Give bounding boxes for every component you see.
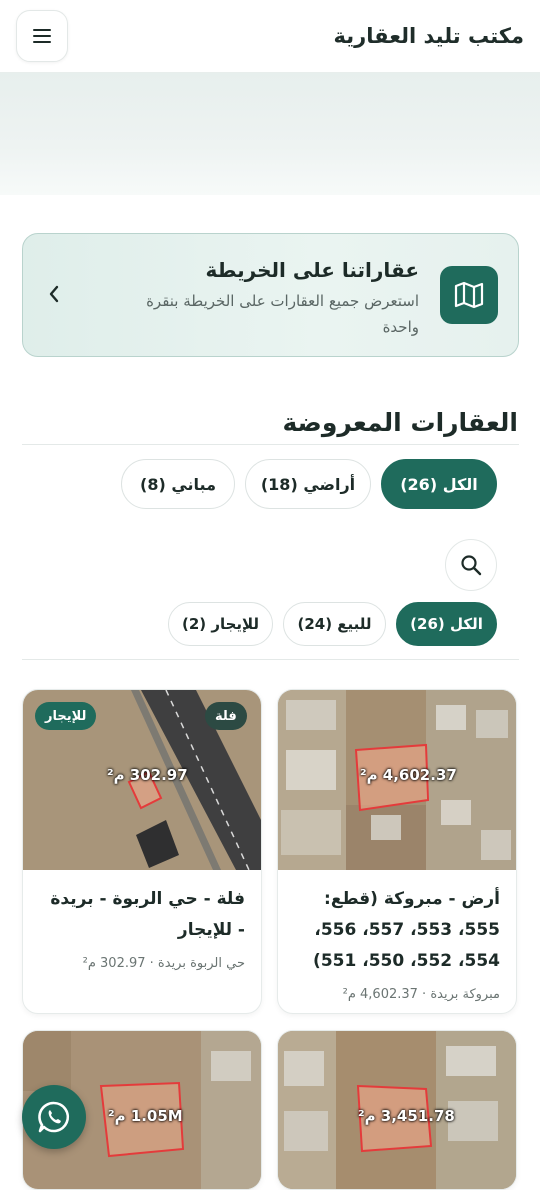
search-button[interactable] bbox=[445, 539, 497, 591]
area-label: 4,602.37 م² bbox=[360, 766, 457, 784]
property-title[interactable]: أرض - مبروكة (قطع: 555، 553، 557، 556، 5… bbox=[294, 884, 500, 977]
map-icon-box bbox=[440, 266, 498, 324]
menu-button[interactable] bbox=[16, 10, 68, 62]
search-icon bbox=[461, 555, 482, 576]
section-title: العقارات المعروضة bbox=[282, 408, 518, 437]
property-image: 3,451.78 م² bbox=[278, 1031, 516, 1189]
filter-deal-rent[interactable]: للإيجار (2) bbox=[168, 602, 273, 646]
property-meta: مبروكة بريدة · 4,602.37 م² bbox=[342, 987, 500, 1002]
filter-type-lands[interactable]: أراضي (18) bbox=[245, 459, 371, 509]
filter-type-all[interactable]: الكل (26) bbox=[381, 459, 497, 509]
property-card[interactable]: 4,602.37 م² أرض - مبروكة (قطع: 555، 553،… bbox=[277, 689, 517, 1014]
filter-deal-all[interactable]: الكل (26) bbox=[396, 602, 497, 646]
property-card[interactable]: فلة للإيجار 302.97 م² فلة - حي الربوة - … bbox=[22, 689, 262, 1014]
map-banner-title: عقاراتنا على الخريطة bbox=[205, 258, 419, 282]
filter-deal-sale[interactable]: للبيع (24) bbox=[283, 602, 386, 646]
area-label: 302.97 م² bbox=[107, 766, 188, 784]
type-badge: فلة bbox=[205, 702, 247, 730]
rent-badge: للإيجار bbox=[35, 702, 97, 730]
property-title[interactable]: فلة - حي الربوة - بريدة - للإيجار bbox=[39, 884, 245, 946]
whatsapp-icon bbox=[38, 1101, 70, 1133]
property-meta: حي الربوة بريدة · 302.97 م² bbox=[82, 956, 245, 971]
map-banner[interactable]: عقاراتنا على الخريطة استعرض جميع العقارا… bbox=[22, 233, 519, 357]
section-divider bbox=[22, 444, 519, 445]
hero-banner bbox=[0, 73, 540, 195]
property-image: 4,602.37 م² bbox=[278, 690, 516, 870]
app-header: مكتب تليد العقارية bbox=[0, 0, 540, 73]
map-banner-description: استعرض جميع العقارات على الخريطة بنقرة و… bbox=[146, 292, 419, 336]
area-label: 1.05M م² bbox=[108, 1107, 183, 1125]
area-label: 3,451.78 م² bbox=[358, 1107, 455, 1125]
whatsapp-button[interactable] bbox=[22, 1085, 86, 1149]
filter-divider bbox=[22, 659, 519, 660]
chevron-left-icon bbox=[49, 285, 59, 303]
menu-icon bbox=[33, 29, 51, 43]
property-image: فلة للإيجار 302.97 م² bbox=[23, 690, 261, 870]
brand-name[interactable]: مكتب تليد العقارية bbox=[334, 24, 524, 48]
property-card[interactable]: 3,451.78 م² bbox=[277, 1030, 517, 1190]
map-icon bbox=[454, 281, 484, 309]
filter-type-buildings[interactable]: مباني (8) bbox=[121, 459, 235, 509]
